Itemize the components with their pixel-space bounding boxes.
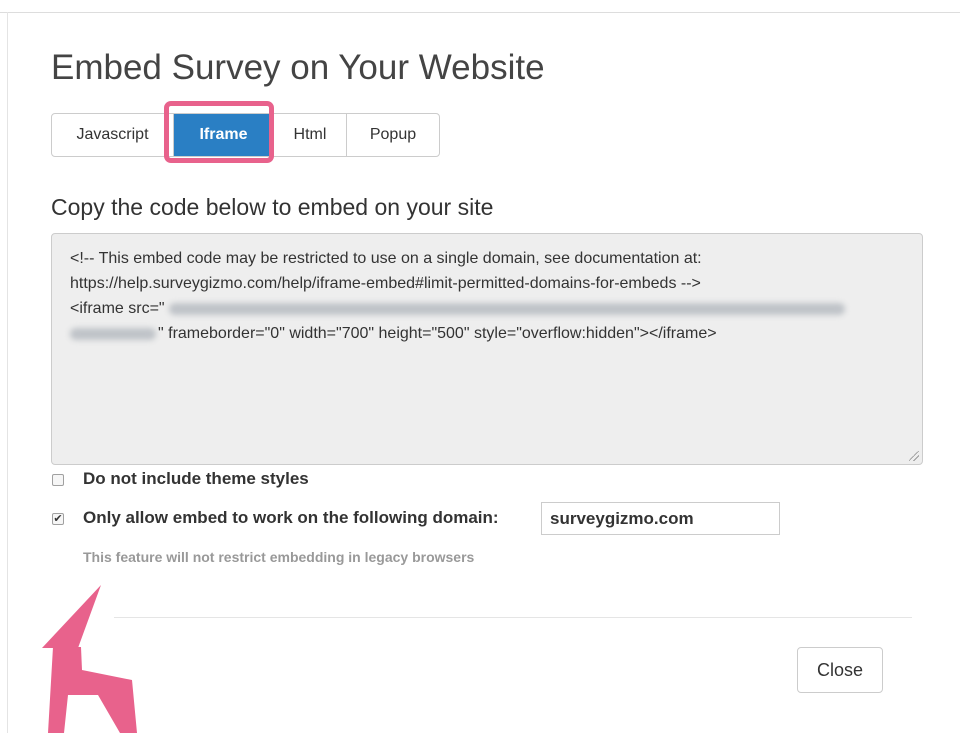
iframe-tab-highlight — [164, 101, 274, 163]
annotation-arrow-head — [42, 585, 101, 648]
theme-styles-checkbox[interactable] — [52, 474, 64, 486]
dialog-title: Embed Survey on Your Website — [51, 48, 545, 87]
tab-popup[interactable]: Popup — [347, 114, 439, 156]
annotation-arrow-tail — [48, 647, 137, 733]
code-section-heading: Copy the code below to embed on your sit… — [51, 194, 494, 220]
code-docs-url-line: https://help.surveygizmo.com/help/iframe… — [70, 275, 701, 292]
domain-restrict-checkbox[interactable]: ✔ — [52, 513, 64, 525]
annotation-arrow-icon — [42, 585, 137, 733]
domain-restrict-label: Only allow embed to work on the followin… — [83, 508, 499, 527]
legacy-browser-help-text: This feature will not restrict embedding… — [83, 549, 475, 565]
domain-input[interactable] — [541, 502, 780, 535]
footer-divider — [114, 617, 912, 618]
code-iframe-attrs: " frameborder="0" width="700" height="50… — [158, 325, 717, 342]
code-iframe-src-prefix: <iframe src=" — [70, 300, 165, 317]
redacted-url-part-2 — [70, 327, 156, 340]
code-iframe-open-line: <iframe src=" — [70, 296, 904, 321]
code-comment-line: <!-- This embed code may be restricted t… — [70, 250, 702, 267]
redacted-url-part-1 — [168, 302, 845, 315]
embed-code-textarea[interactable]: <!-- This embed code may be restricted t… — [51, 233, 923, 465]
tab-javascript[interactable]: Javascript — [52, 114, 174, 156]
close-button[interactable]: Close — [797, 647, 883, 693]
tab-html[interactable]: Html — [274, 114, 347, 156]
code-iframe-attrs-line: " frameborder="0" width="700" height="50… — [70, 321, 904, 346]
resize-handle[interactable] — [909, 451, 919, 461]
theme-styles-label: Do not include theme styles — [83, 469, 309, 488]
dialog-top-border — [0, 12, 960, 13]
